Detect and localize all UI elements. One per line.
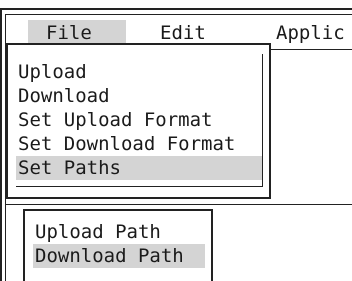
menu-item-set-download-format[interactable]: Set Download Format	[16, 132, 235, 156]
paths-submenu: Upload Path Download Path	[23, 209, 213, 281]
menu-item-set-paths[interactable]: Set Paths	[16, 156, 262, 180]
menu-item-download[interactable]: Download	[16, 84, 110, 108]
menu-item-download-path[interactable]: Download Path	[33, 244, 205, 268]
menu-item-upload-path[interactable]: Upload Path	[33, 220, 161, 244]
menu-item-upload[interactable]: Upload	[16, 60, 87, 84]
file-dropdown-menu: Upload Download Set Upload Format Set Do…	[6, 43, 271, 199]
file-dropdown-panel: Upload Download Set Upload Format Set Do…	[16, 54, 263, 187]
content-divider	[5, 204, 352, 205]
menu-item-set-upload-format[interactable]: Set Upload Format	[16, 108, 212, 132]
menu-applications[interactable]: Applic	[276, 20, 345, 46]
